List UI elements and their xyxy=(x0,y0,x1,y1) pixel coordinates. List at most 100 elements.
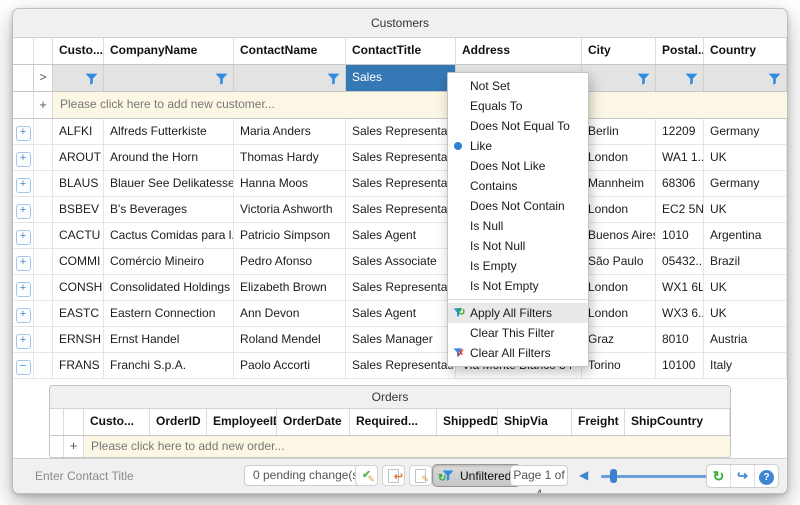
cell-country[interactable]: Germany xyxy=(704,119,787,145)
cell-city[interactable]: Graz xyxy=(582,327,656,353)
accept-changes-button[interactable]: ✔ ✎ xyxy=(355,465,378,486)
previous-page-button[interactable]: ◀ xyxy=(579,468,588,482)
new-customer-prompt[interactable]: Please click here to add new customer... xyxy=(53,92,787,118)
cell-contact-name[interactable]: Roland Mendel xyxy=(234,327,346,353)
cell-contact-name[interactable]: Ann Devon xyxy=(234,301,346,327)
column-header-contacttitle[interactable]: ContactTitle xyxy=(346,38,456,64)
cell-contact-title[interactable]: Sales Manager xyxy=(346,327,456,353)
menu-item-is-not-empty[interactable]: Is Not Empty xyxy=(448,276,588,296)
cell-contact-title[interactable]: Sales Representative xyxy=(346,197,456,223)
expand-row-icon[interactable]: + xyxy=(16,152,31,167)
cell-postal-code[interactable]: EC2 5NT xyxy=(656,197,704,223)
cell-city[interactable]: London xyxy=(582,275,656,301)
column-header-address[interactable]: Address xyxy=(456,38,582,64)
collapse-row-icon[interactable]: − xyxy=(16,360,31,375)
refresh-button[interactable]: ↻ xyxy=(707,465,731,487)
cell-company-name[interactable]: Blauer See Delikatessen xyxy=(104,171,234,197)
expand-row-icon[interactable]: + xyxy=(16,282,31,297)
filter-funnel-icon[interactable] xyxy=(327,72,340,90)
revert-changes-button[interactable]: ↩ xyxy=(382,465,405,486)
expand-row-icon[interactable]: + xyxy=(16,178,31,193)
cell-customer-id[interactable]: CONSH xyxy=(53,275,104,301)
cell-company-name[interactable]: Alfreds Futterkiste xyxy=(104,119,234,145)
cell-city[interactable]: Mannheim xyxy=(582,171,656,197)
filter-funnel-icon[interactable] xyxy=(685,72,698,90)
menu-item-clear-all-filters[interactable]: ✗Clear All Filters xyxy=(448,343,588,363)
cell-contact-title[interactable]: Sales Agent xyxy=(346,301,456,327)
filter-cell-companyname[interactable] xyxy=(104,65,234,91)
cell-customer-id[interactable]: AROUT xyxy=(53,145,104,171)
expand-row-icon[interactable]: + xyxy=(16,126,31,141)
menu-item-not-set[interactable]: Not Set xyxy=(448,76,588,96)
cell-country[interactable]: Germany xyxy=(704,171,787,197)
cell-country[interactable]: Austria xyxy=(704,327,787,353)
cell-postal-code[interactable]: 68306 xyxy=(656,171,704,197)
new-row-plus-icon[interactable]: + xyxy=(34,92,53,118)
cell-city[interactable]: London xyxy=(582,197,656,223)
cell-country[interactable]: UK xyxy=(704,145,787,171)
column-header-contactname[interactable]: ContactName xyxy=(234,38,346,64)
filter-funnel-icon[interactable] xyxy=(85,72,98,90)
cell-customer-id[interactable]: CACTU xyxy=(53,223,104,249)
orders-column-header-shipcountry[interactable]: ShipCountry xyxy=(625,409,730,435)
cell-postal-code[interactable]: 10100 xyxy=(656,353,704,379)
cell-city[interactable]: London xyxy=(582,301,656,327)
cell-city[interactable]: Berlin xyxy=(582,119,656,145)
column-header-custo[interactable]: Custo... xyxy=(53,38,104,64)
cell-contact-title[interactable]: Sales Representative xyxy=(346,119,456,145)
cell-country[interactable]: Italy xyxy=(704,353,787,379)
new-order-prompt[interactable]: Please click here to add new order... xyxy=(84,436,730,457)
cell-postal-code[interactable]: WX3 6... xyxy=(656,301,704,327)
menu-item-contains[interactable]: Contains xyxy=(448,176,588,196)
expand-row-icon[interactable]: + xyxy=(16,256,31,271)
column-header-companyname[interactable]: CompanyName xyxy=(104,38,234,64)
cell-country[interactable]: UK xyxy=(704,275,787,301)
menu-item-does-not-equal-to[interactable]: Does Not Equal To xyxy=(448,116,588,136)
orders-column-header-freight[interactable]: Freight xyxy=(572,409,625,435)
filter-cell-contactname[interactable] xyxy=(234,65,346,91)
cell-company-name[interactable]: Around the Horn xyxy=(104,145,234,171)
cell-contact-name[interactable]: Paolo Accorti xyxy=(234,353,346,379)
column-header-city[interactable]: City xyxy=(582,38,656,64)
menu-item-does-not-contain[interactable]: Does Not Contain xyxy=(448,196,588,216)
cell-postal-code[interactable]: 8010 xyxy=(656,327,704,353)
cell-contact-name[interactable]: Elizabeth Brown xyxy=(234,275,346,301)
expand-row-icon[interactable]: + xyxy=(16,230,31,245)
cell-customer-id[interactable]: BSBEV xyxy=(53,197,104,223)
cell-customer-id[interactable]: ALFKI xyxy=(53,119,104,145)
cell-contact-title[interactable]: Sales Associate xyxy=(346,249,456,275)
cell-city[interactable]: São Paulo xyxy=(582,249,656,275)
expand-row-icon[interactable]: + xyxy=(16,204,31,219)
cell-postal-code[interactable]: 12209 xyxy=(656,119,704,145)
orders-column-header-custo[interactable]: Custo... xyxy=(84,409,150,435)
column-header-postal[interactable]: Postal... xyxy=(656,38,704,64)
orders-column-header-orderid[interactable]: OrderID xyxy=(150,409,207,435)
filter-funnel-icon[interactable] xyxy=(768,72,781,90)
expand-row-icon[interactable]: + xyxy=(16,334,31,349)
column-header-country[interactable]: Country xyxy=(704,38,787,64)
cell-customer-id[interactable]: BLAUS xyxy=(53,171,104,197)
menu-item-like[interactable]: Like xyxy=(448,136,588,156)
cell-contact-name[interactable]: Pedro Afonso xyxy=(234,249,346,275)
cell-postal-code[interactable]: 05432... xyxy=(656,249,704,275)
cell-contact-title[interactable]: Sales Agent xyxy=(346,223,456,249)
cell-contact-title[interactable]: Sales Representative xyxy=(346,353,456,379)
cell-contact-name[interactable]: Patricio Simpson xyxy=(234,223,346,249)
export-button[interactable]: ↪ xyxy=(731,465,755,487)
orders-column-header-employeeid[interactable]: EmployeeID xyxy=(207,409,277,435)
page-slider-thumb[interactable] xyxy=(610,469,617,483)
cell-company-name[interactable]: Consolidated Holdings xyxy=(104,275,234,301)
cell-country[interactable]: UK xyxy=(704,197,787,223)
orders-column-header-shipvia[interactable]: ShipVia xyxy=(498,409,572,435)
unfiltered-button[interactable]: ↻ Unfiltered xyxy=(432,464,521,487)
filter-cell-city[interactable] xyxy=(582,65,656,91)
menu-item-apply-all-filters[interactable]: ↻Apply All Filters xyxy=(448,303,588,323)
filter-funnel-icon[interactable] xyxy=(215,72,228,90)
menu-item-equals-to[interactable]: Equals To xyxy=(448,96,588,116)
cell-company-name[interactable]: Ernst Handel xyxy=(104,327,234,353)
cell-company-name[interactable]: Franchi S.p.A. xyxy=(104,353,234,379)
cell-contact-name[interactable]: Thomas Hardy xyxy=(234,145,346,171)
edit-record-button[interactable]: ✎ xyxy=(409,465,432,486)
orders-column-header-required[interactable]: Required... xyxy=(350,409,437,435)
orders-column-header-shippedd[interactable]: ShippedD... xyxy=(437,409,498,435)
